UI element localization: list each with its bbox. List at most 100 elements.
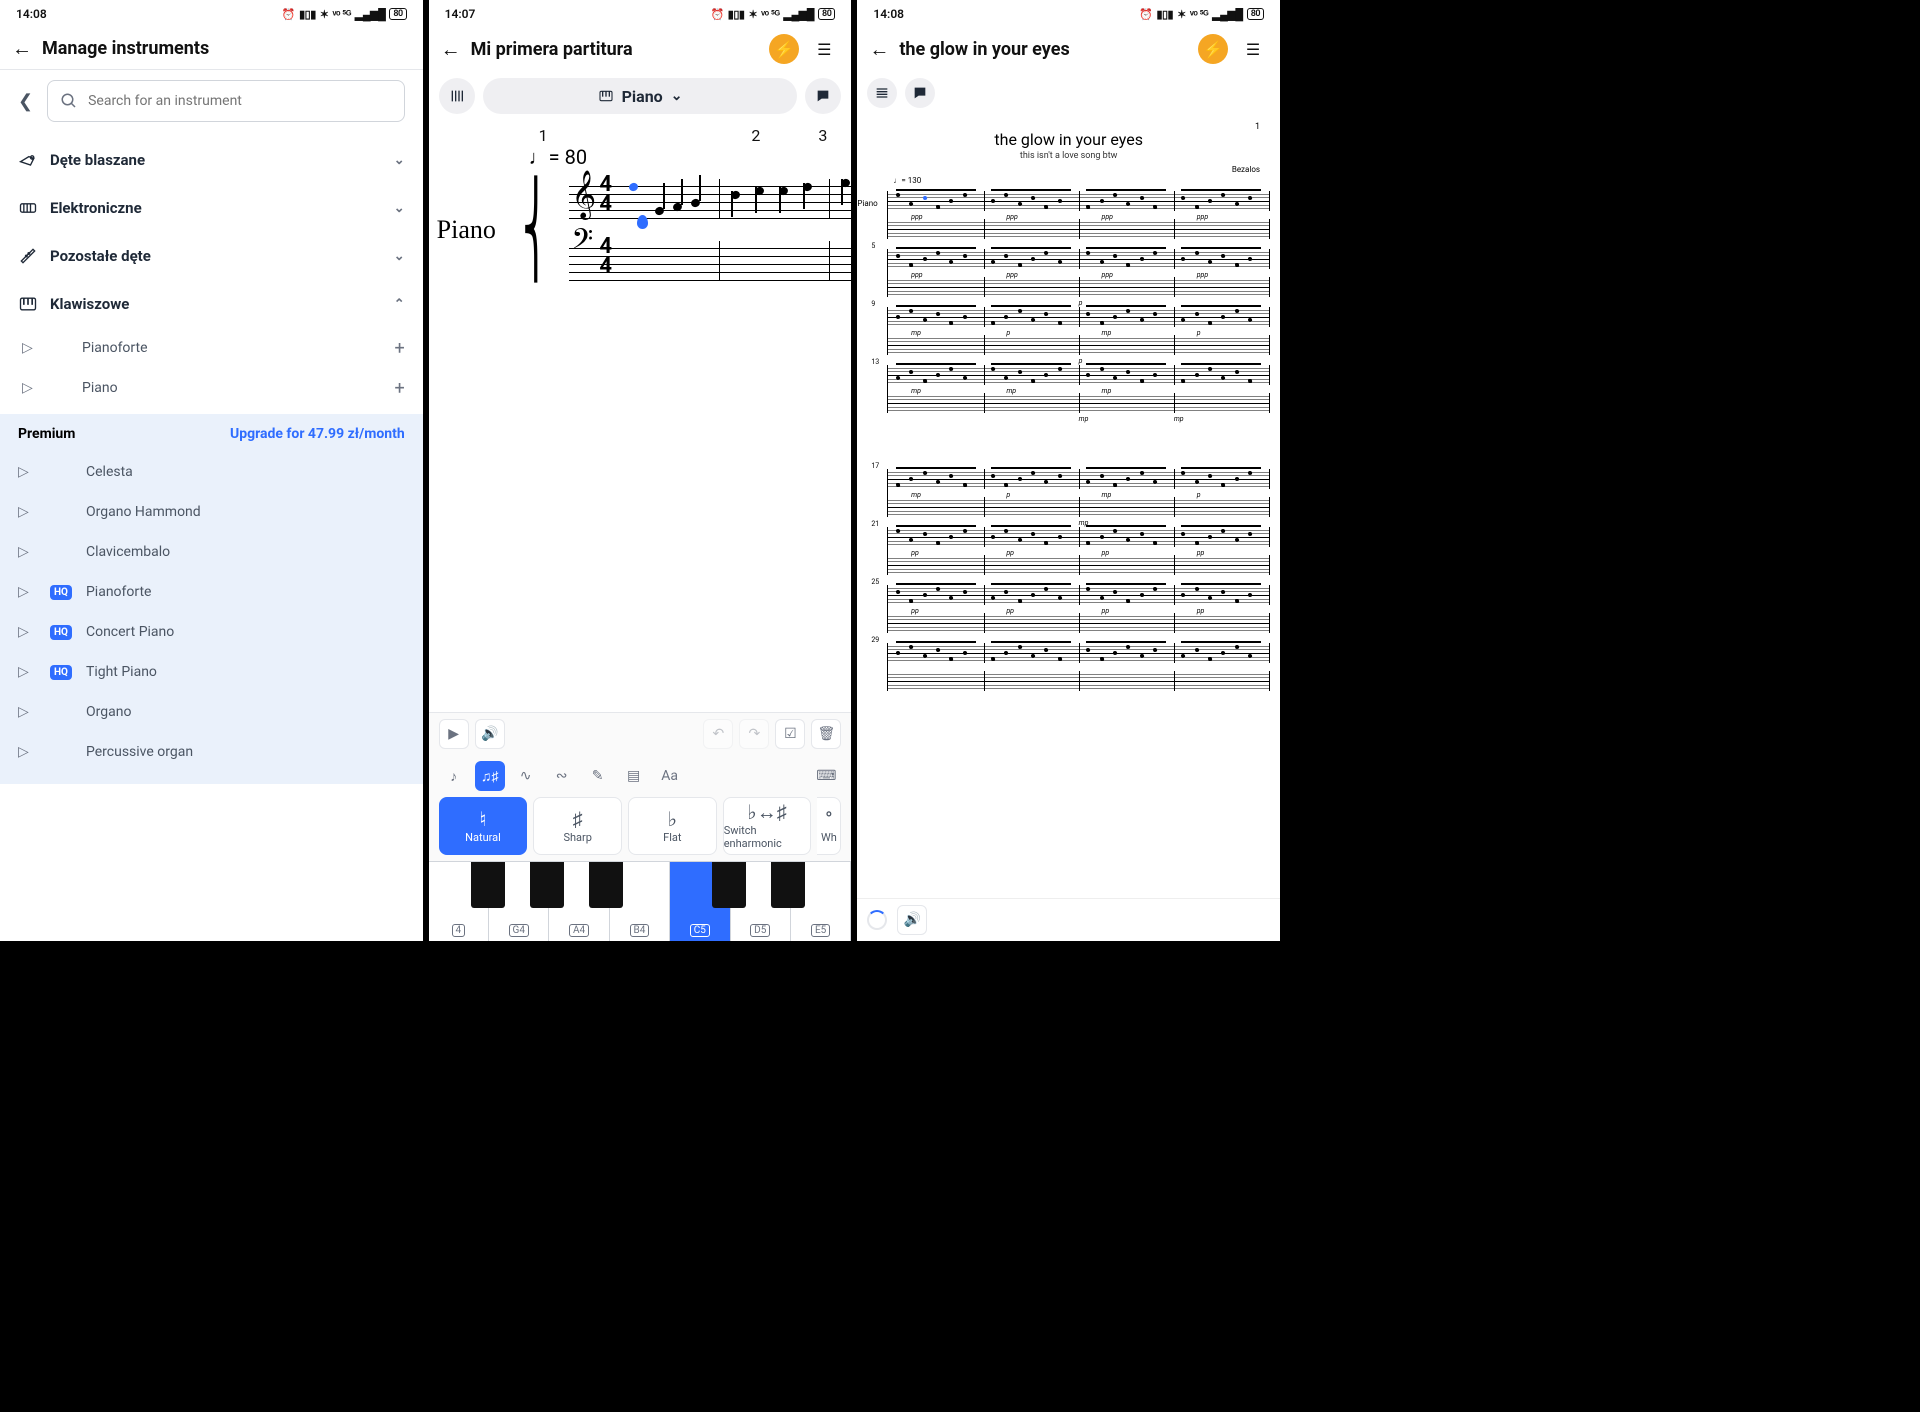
instrument-selector[interactable]: Piano ⌄ <box>483 78 798 114</box>
instrument-item[interactable]: ▷HQTight Piano <box>18 652 405 692</box>
measure-number: 9 <box>871 300 875 308</box>
playback-row: ▶ 🔊 ↶ ↷ ☑ 🗑 <box>429 713 852 755</box>
group-keyboard[interactable]: Klawiszowe ⌃ <box>18 280 405 328</box>
play-icon[interactable]: ▷ <box>22 380 40 396</box>
measure-num: 3 <box>818 126 827 145</box>
screen-manage-instruments: 14:08 ⏰ ▮▯▮ ✶ ᵛᵒ ⁵ᴳ ▂▄▆█ 80 ← Manage ins… <box>0 0 423 941</box>
delete-button[interactable]: 🗑 <box>811 719 841 749</box>
premium-label: Premium <box>18 426 75 442</box>
treble-staff: pppppppppppp <box>888 249 1270 269</box>
page-view-icon[interactable] <box>867 78 897 108</box>
black-key[interactable] <box>471 862 505 908</box>
accidental-option[interactable]: ♯Sharp <box>533 797 622 855</box>
play-icon[interactable]: ▷ <box>18 544 36 560</box>
play-icon[interactable]: ▷ <box>18 624 36 640</box>
note-tool-icon[interactable]: ♪ <box>439 761 469 791</box>
text-tool-icon[interactable]: Aa <box>655 761 685 791</box>
instrument-item[interactable]: ▷Organo <box>18 692 405 732</box>
accidental-option[interactable]: ♭↔♯Switch enharmonic <box>723 797 812 855</box>
play-icon[interactable]: ▷ <box>18 744 36 760</box>
bass-clef-icon: 𝄢 <box>571 225 593 263</box>
add-icon[interactable]: + <box>394 338 404 359</box>
key-label: E5 <box>811 924 830 937</box>
battery-icon: 80 <box>389 8 406 20</box>
instrument-item[interactable]: ▷Percussive organ <box>18 732 405 772</box>
articulation-tool-icon[interactable]: ∾ <box>547 761 577 791</box>
play-icon[interactable]: ▷ <box>18 504 36 520</box>
accidental-option[interactable]: °Wh <box>817 797 841 855</box>
undo-button[interactable]: ↶ <box>703 719 733 749</box>
instrument-item[interactable]: ▷Celesta <box>18 452 405 492</box>
search-input[interactable] <box>88 93 392 109</box>
black-key[interactable] <box>530 862 564 908</box>
chevron-down-icon: ⌄ <box>394 153 405 168</box>
back-arrow-icon[interactable]: ← <box>12 36 32 61</box>
staff-system: 21pppppppp <box>867 527 1270 575</box>
group-other-wind[interactable]: Pozostałe dęte ⌄ <box>18 232 405 280</box>
treble-staff: pppppppp <box>888 585 1270 605</box>
group-electronic[interactable]: Elektroniczne ⌄ <box>18 184 405 232</box>
search-box[interactable] <box>47 80 405 122</box>
status-bar: 14:08 ⏰ ▮▯▮ ✶ ᵛᵒ ⁵ᴳ ▂▄▆█ 80 <box>0 0 423 28</box>
dynamic-marking: mp <box>1174 415 1184 423</box>
menu-icon[interactable]: ☰ <box>1238 34 1268 64</box>
status-time: 14:08 <box>873 7 904 21</box>
score-canvas[interactable]: ♩= 80 Piano ⎨ 𝄞 44 <box>429 145 852 712</box>
sound-button[interactable]: 🔊 <box>475 719 505 749</box>
sheet-page[interactable]: 1 the glow in your eyes this isn't a lov… <box>857 116 1280 898</box>
back-arrow-icon[interactable]: ← <box>869 37 889 62</box>
status-icons: ⏰ ▮▯▮ ✶ ᵛᵒ ⁵ᴳ ▂▄▆█ 80 <box>1139 8 1264 21</box>
instrument-item[interactable]: ▷Clavicembalo <box>18 532 405 572</box>
collapse-caret-icon[interactable]: ❮ <box>18 91 33 112</box>
time-signature: 44 <box>599 175 612 215</box>
ornament-tool-icon[interactable]: ✎ <box>583 761 613 791</box>
play-icon[interactable]: ▷ <box>22 340 40 356</box>
redo-button[interactable]: ↷ <box>739 719 769 749</box>
upgrade-link[interactable]: Upgrade for 47.99 zł/month <box>230 426 405 442</box>
accidental-option[interactable]: ♭Flat <box>628 797 717 855</box>
black-key[interactable] <box>589 862 623 908</box>
add-icon[interactable]: + <box>394 378 404 399</box>
keyboard-toggle-icon[interactable]: ⌨ <box>811 761 841 791</box>
black-key[interactable] <box>771 862 805 908</box>
accidental-tool-icon[interactable]: ♫♯ <box>475 761 505 791</box>
comment-icon[interactable] <box>905 78 935 108</box>
piano-keyboard[interactable]: 4G4A4B4C5D5E5 <box>429 861 852 941</box>
instrument-item[interactable]: ▷ Pianoforte + <box>18 328 405 368</box>
instrument-item[interactable]: ▷HQConcert Piano <box>18 612 405 652</box>
instrument-item[interactable]: ▷ Piano + <box>18 368 405 408</box>
battery-icon: 80 <box>818 8 835 20</box>
accidental-label: Wh <box>821 831 837 844</box>
note[interactable] <box>628 182 639 193</box>
dynamics-tool-icon[interactable]: ∿ <box>511 761 541 791</box>
bass-staff[interactable]: 𝄢 44 /*placeholder*/ <box>569 241 851 281</box>
black-key[interactable] <box>712 862 746 908</box>
group-label: Dęte blaszane <box>50 151 145 169</box>
staff-system: 25pppppppp <box>867 585 1270 633</box>
play-icon[interactable]: ▷ <box>18 584 36 600</box>
instrument-name: Organo Hammond <box>86 504 405 520</box>
group-label: Pozostałe dęte <box>50 247 151 265</box>
layout-tool-icon[interactable]: ▤ <box>619 761 649 791</box>
lightning-icon[interactable]: ⚡ <box>1198 34 1228 64</box>
back-arrow-icon[interactable]: ← <box>441 37 461 62</box>
play-button[interactable]: ▶ <box>439 719 469 749</box>
play-icon[interactable]: ▷ <box>18 664 36 680</box>
menu-icon[interactable]: ☰ <box>809 34 839 64</box>
selected-note-handle[interactable] <box>637 215 648 229</box>
lightning-icon[interactable]: ⚡ <box>769 34 799 64</box>
view-mode-icon[interactable] <box>439 78 475 114</box>
play-icon[interactable]: ▷ <box>18 464 36 480</box>
group-brass[interactable]: Dęte blaszane ⌄ <box>18 136 405 184</box>
bass-staff <box>888 613 1270 633</box>
comment-icon[interactable] <box>805 78 841 114</box>
instrument-item[interactable]: ▷ Organo Hammond <box>18 492 405 532</box>
sound-button[interactable]: 🔊 <box>897 905 927 935</box>
play-icon[interactable]: ▷ <box>18 704 36 720</box>
accidental-option[interactable]: ♮Natural <box>439 797 528 855</box>
instrument-item[interactable]: ▷HQPianoforte <box>18 572 405 612</box>
select-button[interactable]: ☑ <box>775 719 805 749</box>
treble-staff[interactable]: 𝄞 44 <box>569 179 851 219</box>
measure-numbers: 1 2 3 <box>429 122 852 145</box>
header: ← the glow in your eyes ⚡ ☰ <box>857 28 1280 70</box>
